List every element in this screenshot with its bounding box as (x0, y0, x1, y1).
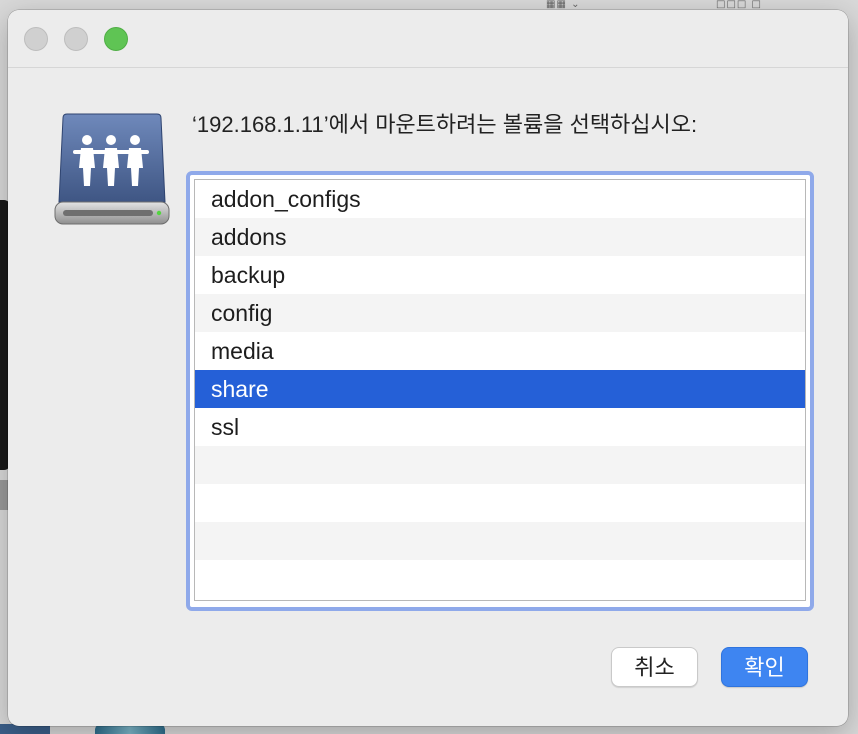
volume-prompt-label: ‘192.168.1.11’에서 마운트하려는 볼륨을 선택하십시오: (192, 112, 698, 137)
cancel-button[interactable]: 취소 (611, 647, 698, 687)
volume-list-focus-ring: addon_configs addons backup config media… (186, 171, 814, 611)
volume-row-ssl[interactable]: ssl (195, 408, 805, 446)
volume-row-share[interactable]: share (195, 370, 805, 408)
empty-row (195, 446, 805, 484)
volume-row-addon-configs[interactable]: addon_configs (195, 180, 805, 218)
volume-row-media[interactable]: media (195, 332, 805, 370)
empty-row (195, 522, 805, 560)
ok-button[interactable]: 확인 (721, 647, 808, 687)
empty-row (195, 560, 805, 598)
volume-row-config[interactable]: config (195, 294, 805, 332)
empty-row (195, 484, 805, 522)
background-toolbar-icon: ▦▦ ⌄ (546, 0, 581, 10)
zoom-window-button[interactable] (104, 27, 128, 51)
background-toolbar-icon-2: □□□ □ (716, 0, 762, 10)
shared-network-drive-icon (54, 113, 170, 225)
minimize-window-button[interactable] (64, 27, 88, 51)
title-bar (8, 10, 848, 68)
volume-row-addons[interactable]: addons (195, 218, 805, 256)
volume-list[interactable]: addon_configs addons backup config media… (194, 179, 806, 601)
volume-row-backup[interactable]: backup (195, 256, 805, 294)
close-window-button[interactable] (24, 27, 48, 51)
volume-select-dialog: ‘192.168.1.11’에서 마운트하려는 볼륨을 선택하십시오: addo… (8, 10, 848, 726)
